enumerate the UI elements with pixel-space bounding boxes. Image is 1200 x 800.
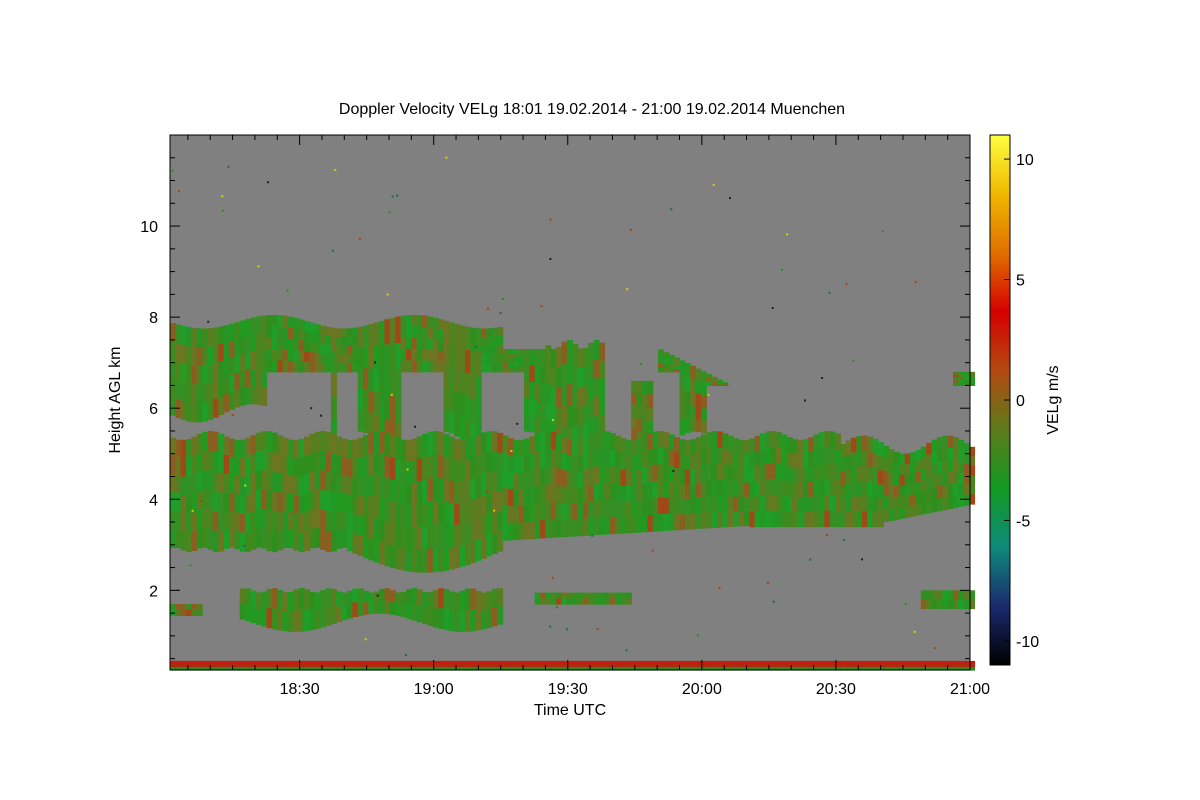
y-tick-label: 6 [149,401,158,418]
chart: Doppler Velocity VELg 18:01 19.02.2014 -… [107,101,1062,719]
y-tick-label: 4 [149,492,158,509]
colorbar-tick-label: -5 [1016,513,1030,530]
x-tick-label: 19:30 [548,681,588,698]
x-tick-label: 18:30 [280,681,320,698]
y-tick-label: 8 [149,310,158,327]
colorbar-tick-label: 5 [1016,273,1025,290]
colorbar-label: VELg m/s [1045,365,1062,434]
colorbar-tick-label: -10 [1016,634,1039,651]
cloud-layer-surface-clutter [170,660,976,671]
y-tick-label: 2 [149,583,158,600]
x-tick-label: 20:00 [682,681,722,698]
y-axis-label: Height AGL km [107,346,124,453]
colorbar-tick-label: 0 [1016,393,1025,410]
x-tick-label: 20:30 [816,681,856,698]
x-axis-label: Time UTC [534,702,606,719]
y-tick-label: 10 [140,219,158,236]
colorbar-tick-label: 10 [1016,152,1034,169]
chart-title: Doppler Velocity VELg 18:01 19.02.2014 -… [339,101,845,118]
x-tick-label: 21:00 [950,681,990,698]
plot-area [169,134,976,671]
colorbar: 10 5 0 -5 -10 [989,134,1039,666]
x-tick-label: 19:00 [414,681,454,698]
